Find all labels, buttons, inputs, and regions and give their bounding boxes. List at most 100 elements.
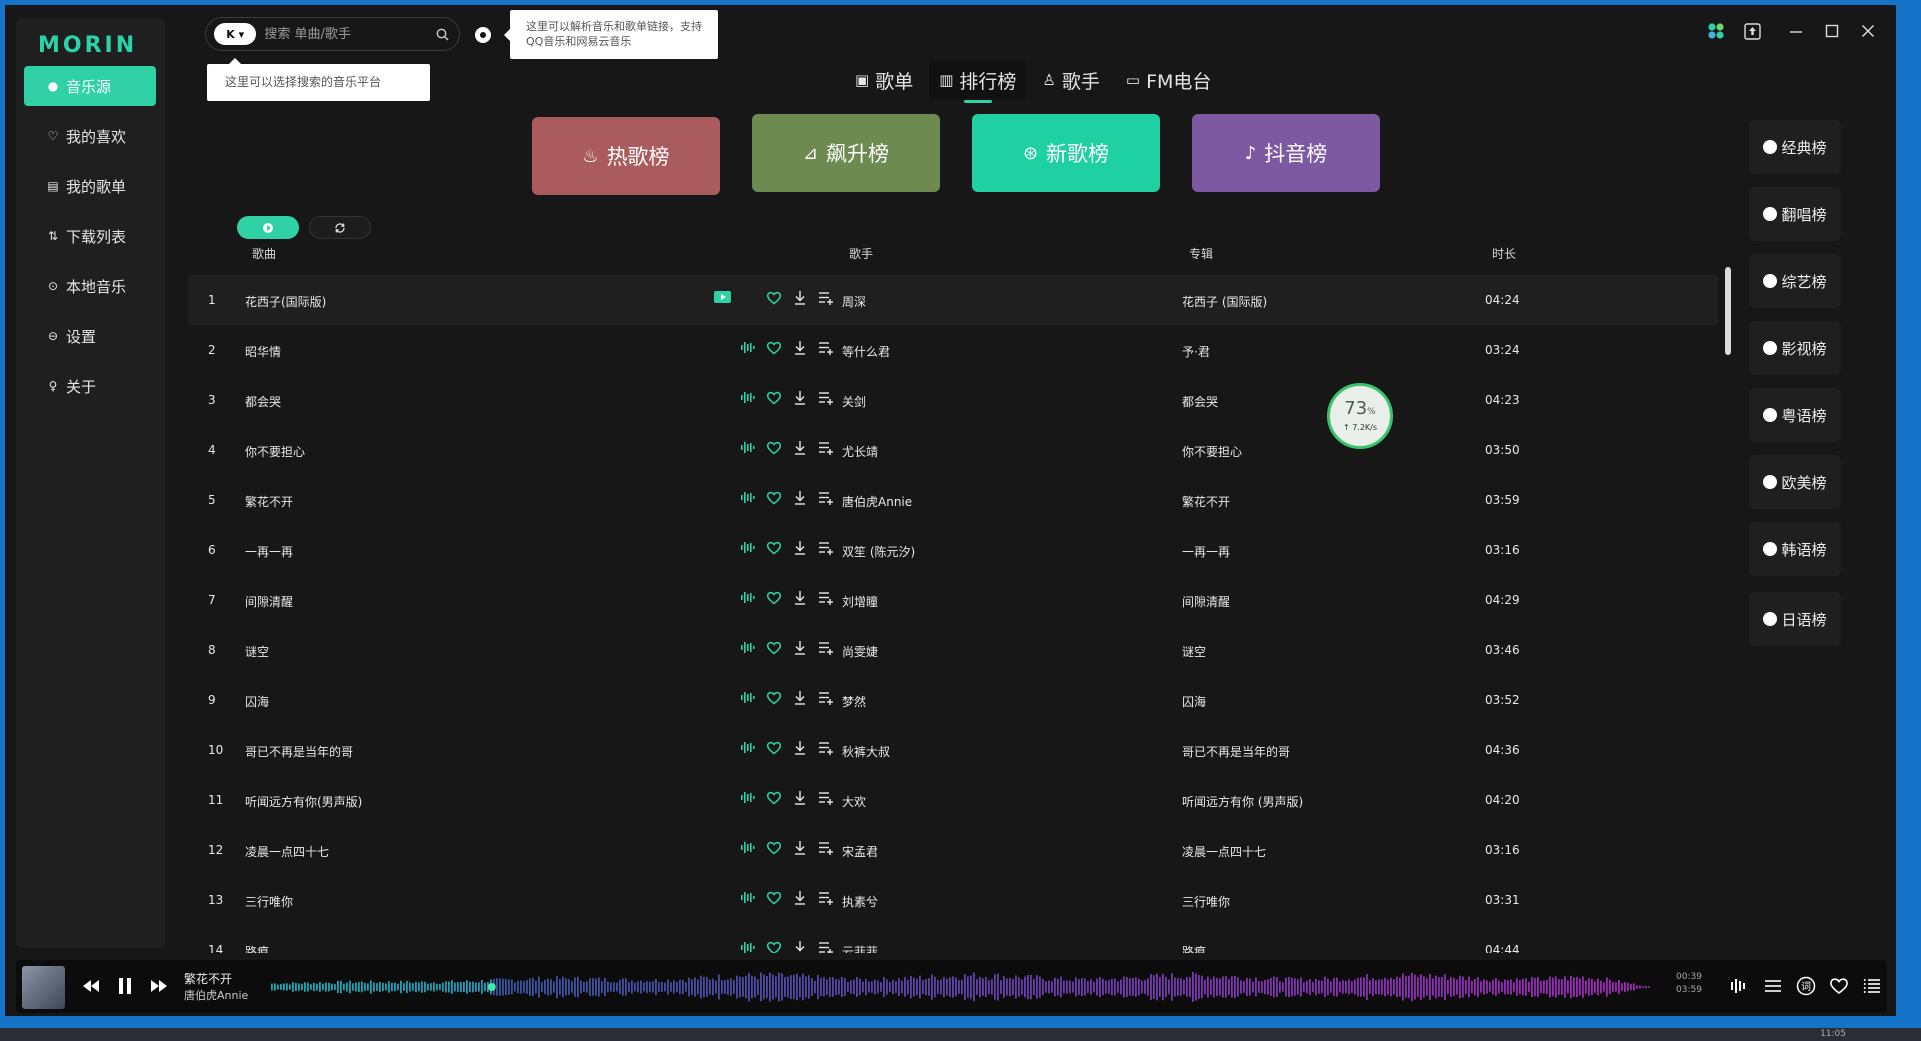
waveform-icon[interactable] — [738, 488, 757, 507]
song-artist[interactable]: 关剑 — [842, 393, 866, 410]
song-album[interactable]: 囚海 — [1182, 693, 1206, 710]
favorite-icon[interactable] — [1825, 972, 1853, 1000]
download-icon[interactable] — [790, 588, 809, 607]
song-title[interactable]: 哥已不再是当年的哥 — [245, 743, 353, 760]
add-to-playlist-icon[interactable] — [816, 788, 835, 807]
table-row[interactable]: 14 路痕 云菲菲 路痕 04:44 — [188, 925, 1718, 953]
side-chart-4[interactable]: 粤语榜 — [1749, 388, 1841, 442]
add-to-playlist-icon[interactable] — [816, 888, 835, 907]
sidebar-item-my-playlists[interactable]: ▤ 我的歌单 — [24, 166, 156, 206]
add-to-playlist-icon[interactable] — [816, 288, 835, 307]
song-album[interactable]: 都会哭 — [1182, 393, 1218, 410]
table-row[interactable]: 11 听闻远方有你(男声版) 大欢 听闻远方有你 (男声版) 04:20 — [188, 775, 1718, 825]
waveform-icon[interactable] — [738, 838, 757, 857]
search-input[interactable] — [264, 26, 435, 42]
search-icon[interactable] — [434, 25, 451, 43]
side-chart-1[interactable]: 翻唱榜 — [1749, 187, 1841, 241]
parse-link-icon[interactable] — [475, 27, 491, 43]
table-row[interactable]: 6 一再一再 双笙 (陈元汐) 一再一再 03:16 — [188, 525, 1718, 575]
song-artist[interactable]: 双笙 (陈元汐) — [842, 543, 915, 560]
song-title[interactable]: 听闻远方有你(男声版) — [245, 793, 362, 810]
sidebar-item-music-source[interactable]: ● 音乐源 — [24, 66, 156, 106]
table-row[interactable]: 3 都会哭 关剑 都会哭 04:23 — [188, 375, 1718, 425]
waveform-icon[interactable] — [738, 638, 757, 657]
add-to-playlist-icon[interactable] — [816, 588, 835, 607]
like-icon[interactable] — [764, 638, 783, 657]
song-album[interactable]: 三行唯你 — [1182, 893, 1230, 910]
play-mode-icon[interactable] — [1759, 972, 1787, 1000]
table-row[interactable]: 4 你不要担心 尤长靖 你不要担心 03:50 — [188, 425, 1718, 475]
download-icon[interactable] — [790, 288, 809, 307]
song-title[interactable]: 花西子(国际版) — [245, 293, 326, 310]
add-to-playlist-icon[interactable] — [816, 638, 835, 657]
like-icon[interactable] — [764, 838, 783, 857]
add-to-playlist-icon[interactable] — [816, 938, 835, 953]
song-album[interactable]: 谜空 — [1182, 643, 1206, 660]
pause-icon[interactable] — [112, 972, 138, 1000]
waveform-icon[interactable] — [738, 738, 757, 757]
table-row[interactable]: 9 囚海 梦然 囚海 03:52 — [188, 675, 1718, 725]
download-icon[interactable] — [790, 338, 809, 357]
waveform-icon[interactable] — [738, 938, 757, 953]
song-album[interactable]: 繁花不开 — [1182, 493, 1230, 510]
table-row[interactable]: 10 哥已不再是当年的哥 秋裤大叔 哥已不再是当年的哥 04:36 — [188, 725, 1718, 775]
waveform-icon[interactable] — [738, 588, 757, 607]
side-chart-3[interactable]: 影视榜 — [1749, 321, 1841, 375]
waveform-icon[interactable] — [738, 788, 757, 807]
song-artist[interactable]: 周深 — [842, 293, 866, 310]
tab-charts[interactable]: ▥ 排行榜 — [929, 60, 1027, 100]
chart-card-new[interactable]: ⊛ 新歌榜 — [972, 114, 1160, 192]
song-album[interactable]: 你不要担心 — [1182, 443, 1242, 460]
song-album[interactable]: 予·君 — [1182, 343, 1210, 360]
waveform-icon[interactable] — [738, 388, 757, 407]
add-to-playlist-icon[interactable] — [816, 388, 835, 407]
song-album[interactable]: 路痕 — [1182, 943, 1206, 953]
side-chart-7[interactable]: 日语榜 — [1749, 592, 1841, 646]
download-icon[interactable] — [790, 388, 809, 407]
song-artist[interactable]: 梦然 — [842, 693, 866, 710]
download-icon[interactable] — [790, 838, 809, 857]
song-title[interactable]: 三行唯你 — [245, 893, 293, 910]
like-icon[interactable] — [764, 438, 783, 457]
song-artist[interactable]: 唐伯虎Annie — [842, 493, 912, 510]
mini-mode-icon[interactable] — [1736, 17, 1768, 45]
download-icon[interactable] — [790, 938, 809, 953]
add-to-playlist-icon[interactable] — [816, 838, 835, 857]
side-chart-6[interactable]: 韩语榜 — [1749, 522, 1841, 576]
album-cover[interactable] — [22, 966, 65, 1009]
song-title[interactable]: 昭华情 — [245, 343, 281, 360]
table-row[interactable]: 13 三行唯你 执素兮 三行唯你 03:31 — [188, 875, 1718, 925]
network-speed-widget[interactable]: 73% ↑ 7.2K/s — [1327, 383, 1393, 449]
add-to-playlist-icon[interactable] — [816, 438, 835, 457]
add-to-playlist-icon[interactable] — [816, 488, 835, 507]
maximize-icon[interactable] — [1816, 17, 1848, 45]
sidebar-item-favorites[interactable]: ♡ 我的喜欢 — [24, 116, 156, 156]
add-to-playlist-icon[interactable] — [816, 738, 835, 757]
waveform-icon[interactable] — [738, 888, 757, 907]
previous-icon[interactable] — [78, 972, 104, 1000]
download-icon[interactable] — [790, 638, 809, 657]
like-icon[interactable] — [764, 488, 783, 507]
song-title[interactable]: 繁花不开 — [245, 493, 293, 510]
minimize-icon[interactable] — [1780, 17, 1812, 45]
table-row[interactable]: 8 谜空 尚雯婕 谜空 03:46 — [188, 625, 1718, 675]
add-to-playlist-icon[interactable] — [816, 338, 835, 357]
song-title[interactable]: 囚海 — [245, 693, 269, 710]
refresh-button[interactable] — [309, 216, 371, 239]
like-icon[interactable] — [764, 588, 783, 607]
sidebar-item-settings[interactable]: ⊖ 设置 — [24, 316, 156, 356]
side-chart-0[interactable]: 经典榜 — [1749, 120, 1841, 174]
waveform-progress[interactable] — [271, 968, 1651, 1006]
waveform-icon[interactable] — [738, 688, 757, 707]
like-icon[interactable] — [764, 938, 783, 953]
sidebar-item-local-music[interactable]: ⊙ 本地音乐 — [24, 266, 156, 306]
song-artist[interactable]: 尤长靖 — [842, 443, 878, 460]
table-row[interactable]: 2 昭华情 等什么君 予·君 03:24 — [188, 325, 1718, 375]
like-icon[interactable] — [764, 338, 783, 357]
play-all-button[interactable] — [237, 216, 299, 239]
like-icon[interactable] — [764, 538, 783, 557]
playlist-queue-icon[interactable] — [1858, 972, 1886, 1000]
download-icon[interactable] — [790, 488, 809, 507]
song-album[interactable]: 哥已不再是当年的哥 — [1182, 743, 1290, 760]
song-artist[interactable]: 等什么君 — [842, 343, 890, 360]
